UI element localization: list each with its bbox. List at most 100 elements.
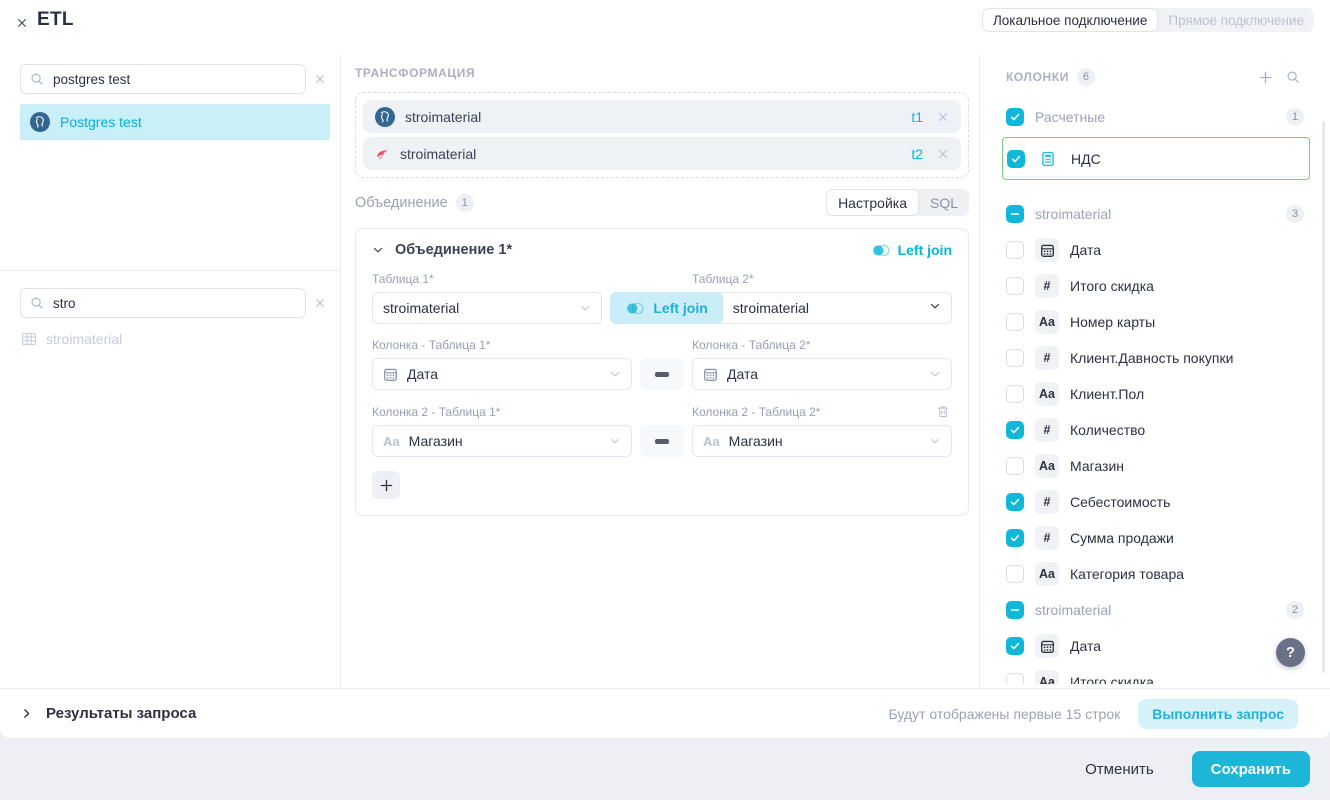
column-item[interactable]: AaКлиент.Пол: [1006, 376, 1304, 412]
transformation-title: ТРАНСФОРМАЦИЯ: [355, 66, 969, 80]
column-item[interactable]: AaМагазин: [1006, 448, 1304, 484]
view-tabs: Настройка SQL: [826, 189, 969, 216]
column-item[interactable]: AaНомер карты: [1006, 304, 1304, 340]
checkbox-checked[interactable]: [1006, 637, 1024, 655]
column-item[interactable]: НДС: [1007, 138, 1305, 179]
checkbox-indeterminate[interactable]: [1006, 601, 1024, 619]
column-table2-label: Колонка 2 - Таблица 2*: [692, 404, 952, 419]
connection-search-input[interactable]: [51, 71, 296, 88]
column-table1-label: Колонка - Таблица 1*: [372, 338, 632, 352]
equals-operator[interactable]: [640, 425, 684, 457]
help-button[interactable]: ?: [1276, 638, 1305, 667]
column-group-row[interactable]: stroimaterial3: [1006, 196, 1304, 232]
column-item[interactable]: #Сумма продажи: [1006, 520, 1304, 556]
remove-table-icon[interactable]: [937, 111, 949, 123]
column-group-row[interactable]: stroimaterial2: [1006, 592, 1304, 628]
text-type-icon: Aa: [383, 434, 400, 449]
column-item[interactable]: # Количество: [1006, 412, 1304, 448]
column-table1-select[interactable]: Дата: [372, 358, 632, 390]
add-column-icon[interactable]: [1258, 70, 1273, 85]
tab-sql[interactable]: SQL: [919, 189, 969, 216]
scrollbar[interactable]: [1322, 121, 1325, 673]
equals-operator[interactable]: [640, 358, 684, 390]
checkbox-unchecked[interactable]: [1006, 457, 1024, 475]
column-item[interactable]: #Клиент.Давность покупки: [1006, 340, 1304, 376]
table1-select[interactable]: stroimaterial: [372, 292, 602, 324]
results-note: Будут отображены первые 15 строк: [889, 706, 1121, 722]
table-alias: t1: [911, 109, 923, 125]
collapse-chevron-icon[interactable]: [372, 244, 384, 256]
transformation-dropzone: stroimaterialt1stroimaterialt2: [355, 92, 969, 178]
trash-icon[interactable]: [936, 404, 950, 419]
column-item[interactable]: Дата: [1006, 628, 1304, 664]
column-group-label: stroimaterial: [1035, 206, 1267, 222]
toggle-direct-connection[interactable]: Прямое подключение: [1158, 8, 1314, 32]
join-type-pill[interactable]: Left join: [610, 292, 722, 324]
checkbox-indeterminate[interactable]: [1006, 205, 1024, 223]
transformation-column: ТРАНСФОРМАЦИЯ stroimaterialt1stroimateri…: [341, 55, 980, 688]
column-item[interactable]: #Итого скидка: [1006, 268, 1304, 304]
number-type-icon: #: [1035, 418, 1059, 442]
sidebar-item-connection[interactable]: Postgres test: [20, 104, 330, 140]
group-count-badge: 1: [1286, 108, 1304, 126]
cancel-button[interactable]: Отменить: [1079, 760, 1160, 779]
column-table1-select[interactable]: Aa Магазин: [372, 425, 632, 457]
column-item-label: Итого скидка: [1070, 278, 1154, 294]
column-item[interactable]: AaИтого скидка: [1006, 664, 1304, 684]
sidebar-item-table: stroimaterial: [21, 331, 330, 347]
connection-list: Postgres test: [0, 104, 340, 140]
checkbox-checked[interactable]: [1006, 108, 1024, 126]
checkbox-unchecked[interactable]: [1006, 241, 1024, 259]
column-item[interactable]: #Себестоимость: [1006, 484, 1304, 520]
checkbox-checked[interactable]: [1006, 529, 1024, 547]
condition-row: AaМагазинAaМагазин: [372, 425, 952, 457]
toggle-local-connection[interactable]: Локальное подключение: [982, 8, 1158, 32]
checkbox-checked[interactable]: [1006, 493, 1024, 511]
sidebar-divider: [0, 270, 340, 271]
clear-search-icon[interactable]: [314, 73, 326, 85]
remove-table-icon[interactable]: [937, 148, 949, 160]
select-value: Магазин: [409, 433, 600, 449]
checkbox-unchecked[interactable]: [1006, 349, 1024, 367]
column-item-label: Количество: [1070, 422, 1145, 438]
chevron-right-icon[interactable]: [20, 707, 33, 720]
column-item[interactable]: Дата: [1006, 232, 1304, 268]
checkbox-checked[interactable]: [1007, 150, 1025, 168]
connection-search-row: [20, 64, 326, 94]
column-group-row[interactable]: Расчетные1: [1006, 99, 1304, 135]
condition-labels-row: Колонка - Таблица 1*Колонка - Таблица 2*: [372, 338, 952, 352]
table2-select[interactable]: stroimaterial: [723, 293, 951, 323]
column-item[interactable]: AaКатегория товара: [1006, 556, 1304, 592]
close-icon[interactable]: [16, 14, 34, 32]
sources-sidebar: Postgres test stroimaterial: [0, 55, 341, 688]
add-condition-button[interactable]: [372, 471, 400, 499]
checkbox-unchecked[interactable]: [1006, 277, 1024, 295]
connection-search: [20, 64, 306, 94]
table2-label: Таблица 2*: [692, 272, 952, 286]
search-columns-icon[interactable]: [1286, 70, 1300, 85]
column-table2-select[interactable]: AaМагазин: [692, 425, 952, 457]
calculator-icon: [1036, 147, 1060, 171]
tab-settings[interactable]: Настройка: [826, 189, 919, 216]
transformation-table-row: stroimaterial t1: [363, 100, 961, 133]
save-button[interactable]: Сохранить: [1192, 751, 1310, 787]
chevron-down-icon: [579, 302, 591, 314]
window-header: ETL Локальное подключение Прямое подключ…: [0, 0, 1330, 55]
columns-header: КОЛОНКИ 6: [980, 68, 1330, 86]
column-item-label: Категория товара: [1070, 566, 1184, 582]
equals-bar: [655, 372, 669, 377]
table-search-input[interactable]: [51, 295, 296, 312]
table-name: stroimaterial: [405, 109, 901, 125]
clear-search-icon[interactable]: [314, 297, 326, 309]
checkbox-unchecked[interactable]: [1006, 313, 1024, 331]
mysql-icon: [375, 146, 390, 161]
run-query-button[interactable]: Выполнить запрос: [1138, 699, 1298, 729]
plus-icon: [379, 478, 394, 493]
group-count-badge: 2: [1286, 601, 1304, 619]
checkbox-unchecked[interactable]: [1006, 565, 1024, 583]
checkbox-checked[interactable]: [1006, 421, 1024, 439]
join-type-button[interactable]: Left join: [871, 242, 952, 258]
checkbox-unchecked[interactable]: [1006, 385, 1024, 403]
column-table2-select[interactable]: Дата: [692, 358, 952, 390]
checkbox-unchecked[interactable]: [1006, 673, 1024, 684]
